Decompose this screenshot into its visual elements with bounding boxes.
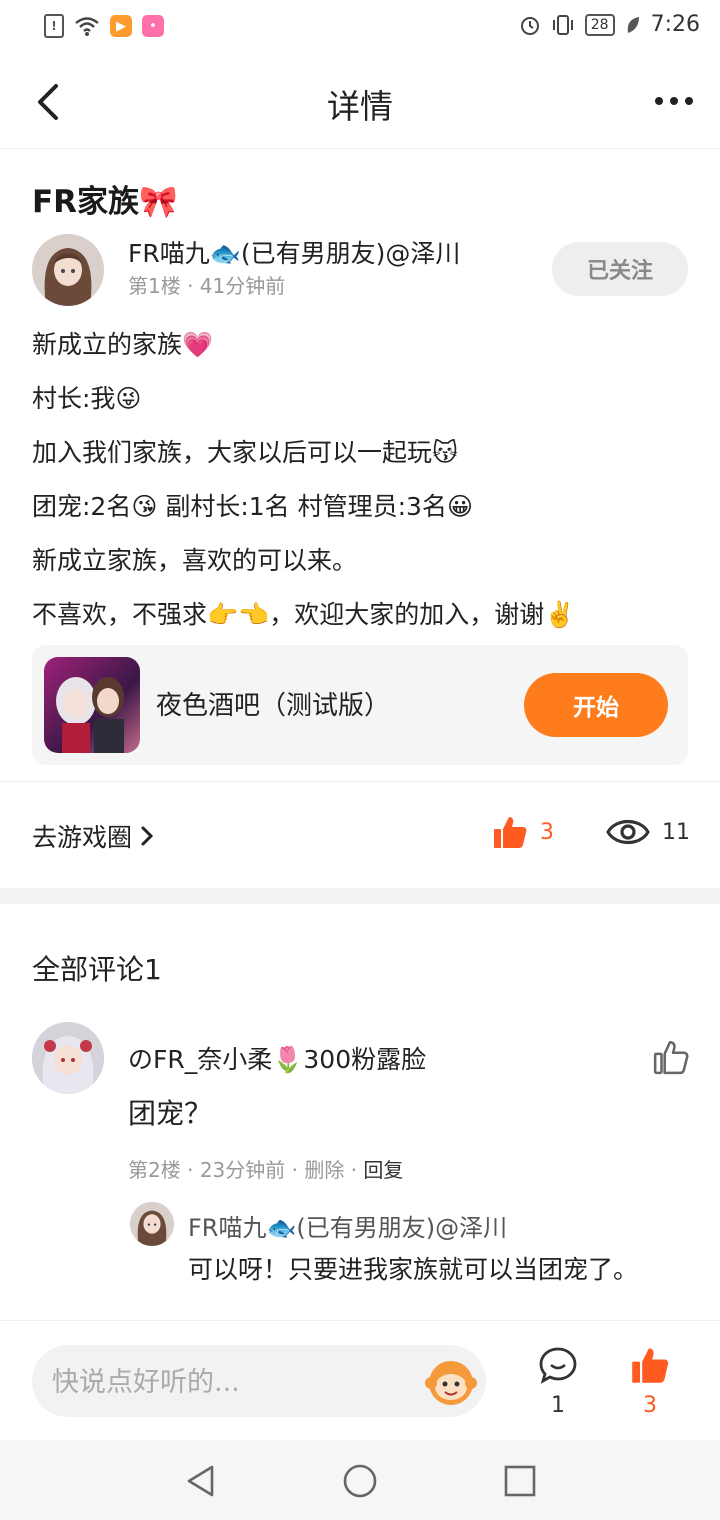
commenter-avatar[interactable] [32, 1022, 104, 1094]
game-art [56, 677, 124, 753]
divider [0, 781, 720, 782]
commenter-name[interactable]: のFR_奈小柔🌷300粉露脸 [128, 1040, 426, 1076]
post-line: 不喜欢，不强求👉👈，欢迎大家的加入，谢谢✌️ [32, 600, 576, 629]
nav-back-button[interactable] [184, 1464, 218, 1498]
battery-icon: 28 [584, 13, 615, 36]
author-avatar[interactable] [32, 234, 104, 306]
game-circle-label: 去游戏圈 [32, 823, 133, 852]
comment-reply-button[interactable]: 回复 [363, 1158, 403, 1182]
comment-time: 23分钟前 [199, 1158, 286, 1182]
square-recents-icon [504, 1465, 536, 1497]
game-circle-link[interactable]: 去游戏圈 [32, 818, 154, 854]
section-separator [0, 888, 720, 904]
thumb-up-outline-icon [653, 1040, 689, 1075]
comment-delete-button[interactable]: 删除 [304, 1158, 344, 1182]
comments-title: 全部评论1 [32, 953, 162, 986]
nav-recents-button[interactable] [503, 1464, 537, 1498]
like-button[interactable]: 3 [628, 1345, 672, 1418]
thumb-up-filled-icon [494, 817, 527, 848]
comment-count: 1 [551, 1393, 565, 1418]
avatar-image [130, 1202, 174, 1246]
pink-app-icon: • [142, 15, 164, 37]
comment-floor: 第2楼 [128, 1158, 181, 1182]
thumb-up-filled-icon [632, 1348, 669, 1383]
game-icon [44, 657, 140, 753]
status-bar: ! ▶ • 28 7:26 [0, 0, 720, 56]
post-views: 11 [606, 814, 690, 850]
alarm-icon [520, 16, 539, 35]
status-time: 7:26 [650, 12, 700, 37]
start-game-button[interactable]: 开始 [524, 673, 668, 737]
like-count: 3 [643, 1393, 657, 1418]
eye-icon [606, 819, 650, 845]
more-dots-icon [655, 97, 663, 105]
post-title: FR家族🎀 [32, 184, 178, 220]
post-view-count: 11 [662, 819, 690, 845]
more-dot [670, 97, 678, 105]
system-nav-bar [0, 1440, 720, 1520]
post-line: 新成立的家族💗 [32, 330, 214, 359]
circle-home-icon [343, 1464, 377, 1498]
more-dot [685, 97, 693, 105]
monkey-emoji-icon [425, 1361, 477, 1405]
reply-avatar[interactable] [130, 1202, 174, 1246]
sim-alert-icon: ! [44, 14, 64, 38]
meta-separator: · [350, 1158, 364, 1182]
comment-text: 团宠？ [128, 1097, 213, 1130]
page-title: 详情 [327, 87, 393, 126]
post-line: 团宠:2名😘 副村长:1名 村管理员:3名😀 [32, 492, 474, 521]
reply-text: 可以呀！只要进我家族就可以当团宠了。 [188, 1255, 639, 1284]
author-name[interactable]: FR喵九🐟(已有男朋友)@泽川 [128, 234, 460, 270]
comment-input[interactable] [50, 1345, 414, 1419]
triangle-back-icon [187, 1465, 214, 1497]
video-app-icon: ▶ [110, 15, 132, 37]
avatar-image [32, 234, 104, 306]
emoji-button[interactable] [424, 1355, 478, 1409]
meta-separator: · [187, 1158, 200, 1182]
game-card[interactable]: 夜色酒吧（测试版） 开始 [32, 645, 688, 765]
comment-input-bar: 1 3 [0, 1320, 720, 1441]
author-meta: 第1楼 · 41分钟前 [128, 274, 286, 298]
post-like-button[interactable]: 3 [492, 814, 554, 850]
post-line: 新成立家族，喜欢的可以来。 [32, 546, 358, 575]
leaf-icon [627, 16, 639, 33]
comment-bubble-icon [539, 1347, 577, 1384]
status-right-icons: 28 7:26 [519, 12, 700, 37]
game-name: 夜色酒吧（测试版） [156, 691, 391, 721]
comment-meta: 第2楼 · 23分钟前 · 删除 · 回复 [128, 1154, 403, 1183]
status-left-icons: ! ▶ • [44, 14, 164, 38]
post-like-count: 3 [540, 819, 554, 845]
wifi-icon [75, 17, 99, 36]
nav-home-button[interactable] [343, 1464, 377, 1498]
comment-like-button[interactable] [652, 1038, 690, 1076]
chevron-right-icon [141, 826, 154, 846]
comment-input-container[interactable] [32, 1345, 486, 1419]
comments-button[interactable]: 1 [536, 1345, 580, 1418]
post-line: 加入我们家族，大家以后可以一起玩😽 [32, 438, 459, 467]
app-header: 详情 [0, 56, 720, 149]
reply-author-name[interactable]: FR喵九🐟(已有男朋友)@泽川 [188, 1208, 507, 1243]
follow-button[interactable]: 已关注 [552, 242, 688, 296]
more-button[interactable] [650, 86, 698, 116]
meta-separator: · [291, 1158, 305, 1182]
avatar-image [32, 1022, 104, 1094]
post-line: 村长:我😜 [32, 384, 142, 413]
vibrate-icon [552, 14, 573, 35]
